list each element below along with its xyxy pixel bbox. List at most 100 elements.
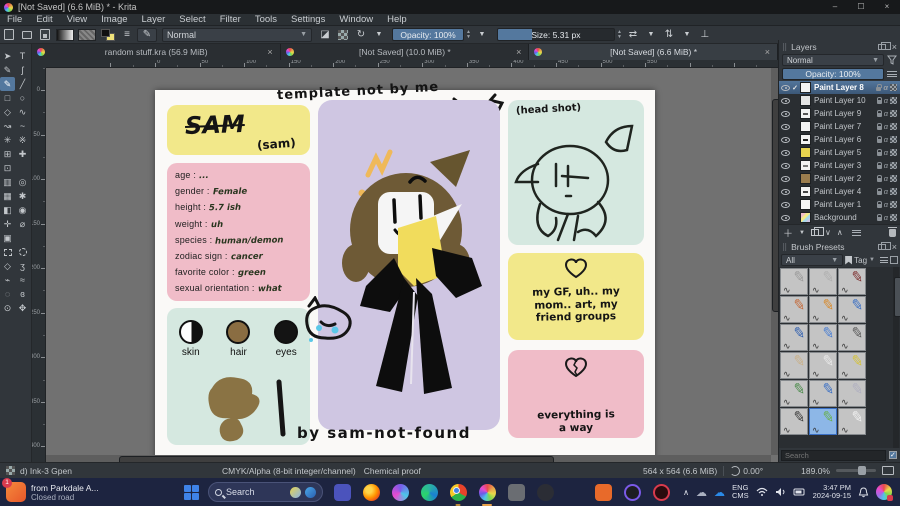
- chrome-icon[interactable]: [448, 482, 468, 506]
- volume-icon[interactable]: [775, 487, 786, 497]
- lock-icon[interactable]: [876, 174, 883, 182]
- close-button[interactable]: ×: [874, 0, 900, 14]
- alpha-inherit-icon[interactable]: α: [884, 109, 888, 118]
- lock-icon[interactable]: [876, 109, 883, 117]
- menu-item-image[interactable]: Image: [94, 14, 134, 26]
- brush-search-input[interactable]: [781, 449, 886, 461]
- menu-item-help[interactable]: Help: [380, 14, 414, 26]
- line-tool[interactable]: ╱: [15, 77, 30, 91]
- assistants-tool[interactable]: ✛: [0, 217, 15, 231]
- enclose-fill-tool[interactable]: ◉: [15, 203, 30, 217]
- brush-preset[interactable]: ✎ ∿: [809, 408, 837, 435]
- layer-row[interactable]: Paint Layer 10 α: [779, 94, 900, 107]
- alpha-lock-icon[interactable]: [890, 110, 897, 117]
- measure-tool[interactable]: ⌀: [15, 217, 30, 231]
- float-docker-icon[interactable]: [877, 241, 891, 250]
- document-page[interactable]: template not by me SAM (sam) age :... gen…: [155, 80, 655, 462]
- tag-button[interactable]: Tag: [854, 256, 867, 265]
- fit-canvas-icon[interactable]: [882, 466, 894, 475]
- close-docker-icon[interactable]: ×: [892, 42, 897, 52]
- visibility-eye-icon[interactable]: [781, 201, 790, 208]
- similar-color-select-tool[interactable]: ≈: [15, 273, 30, 287]
- edge-icon[interactable]: [419, 482, 439, 502]
- trim-canvas-button[interactable]: ⊥: [697, 28, 713, 42]
- visibility-eye-icon[interactable]: [781, 188, 790, 195]
- brush-preset[interactable]: ✎ ∿: [780, 324, 808, 351]
- layer-row[interactable]: Paint Layer 7 α: [779, 120, 900, 133]
- canvas-vertical-scrollbar[interactable]: [771, 68, 778, 455]
- drag-handle[interactable]: ⣿: [782, 243, 788, 251]
- polyline-tool[interactable]: ∿: [15, 105, 30, 119]
- menu-item-edit[interactable]: Edit: [29, 14, 59, 26]
- alpha-inherit-icon[interactable]: α: [884, 161, 888, 170]
- fill-tool[interactable]: ◧: [0, 203, 15, 217]
- alpha-inherit-icon[interactable]: α: [884, 213, 888, 222]
- layer-row[interactable]: Paint Layer 3 α: [779, 159, 900, 172]
- brush-preset[interactable]: ✎ ∿: [809, 352, 837, 379]
- menu-item-select[interactable]: Select: [172, 14, 212, 26]
- add-layer-button[interactable]: ＋: [783, 225, 793, 240]
- taskbar-search[interactable]: Search: [208, 482, 323, 502]
- maximize-button[interactable]: ☐: [848, 0, 874, 14]
- layer-options-icon[interactable]: [887, 71, 897, 77]
- brush-preset[interactable]: ✎ ∿: [838, 324, 866, 351]
- close-docker-icon[interactable]: ×: [892, 242, 897, 252]
- brush-preset[interactable]: ✎ ∿: [809, 324, 837, 351]
- filter-in-tag-checkbox[interactable]: ✓: [889, 451, 897, 459]
- opacity-spinner[interactable]: ▲ ▼: [466, 29, 471, 40]
- freehand-select-tool[interactable]: ʒ: [15, 259, 30, 273]
- alpha-lock-icon[interactable]: [890, 175, 897, 182]
- reference-images-tool[interactable]: ▣: [0, 231, 15, 245]
- freehand-brush-tool[interactable]: ✎: [0, 77, 15, 91]
- duplicate-layer-button[interactable]: [810, 227, 824, 236]
- move-layer-down-button[interactable]: ∨: [825, 228, 831, 237]
- start-button[interactable]: [184, 484, 199, 500]
- alpha-lock-icon[interactable]: [890, 97, 897, 104]
- lock-icon[interactable]: [876, 148, 883, 156]
- reload-brush-button[interactable]: ↻: [353, 28, 369, 42]
- lock-icon[interactable]: [876, 161, 883, 169]
- save-button[interactable]: [37, 28, 53, 42]
- paint-app-icon[interactable]: [622, 482, 642, 502]
- opacity-slider[interactable]: Opacity: 100%: [392, 28, 464, 41]
- menu-item-layer[interactable]: Layer: [135, 14, 173, 26]
- dynamic-brush-tool[interactable]: ✳: [0, 133, 15, 147]
- layer-checkbox[interactable]: ✓: [791, 84, 799, 92]
- rectangle-tool[interactable]: □: [0, 91, 15, 105]
- menu-item-file[interactable]: File: [0, 14, 29, 26]
- firefox-icon[interactable]: [361, 482, 381, 502]
- layer-row[interactable]: Paint Layer 9 α: [779, 107, 900, 120]
- bezier-curve-tool[interactable]: ↝: [0, 119, 15, 133]
- menu-item-window[interactable]: Window: [332, 14, 380, 26]
- roblox-icon[interactable]: [506, 482, 526, 502]
- minimize-button[interactable]: –: [822, 0, 848, 14]
- select-shapes-tool[interactable]: ➤: [0, 49, 15, 63]
- polygon-tool[interactable]: ◇: [0, 105, 15, 119]
- menu-item-settings[interactable]: Settings: [284, 14, 332, 26]
- brush-preset[interactable]: ✎ ∿: [838, 296, 866, 323]
- brush-preset[interactable]: ✎ ∿: [838, 352, 866, 379]
- edit-brush-settings-button[interactable]: ✎: [137, 27, 157, 42]
- media-app-icon[interactable]: [593, 482, 613, 502]
- move-tool[interactable]: ✚: [15, 147, 30, 161]
- edit-shapes-tool[interactable]: ✎: [0, 63, 15, 77]
- brush-preset[interactable]: ✎ ∿: [780, 408, 808, 435]
- layer-row[interactable]: Paint Layer 1 α: [779, 198, 900, 211]
- visibility-eye-icon[interactable]: [781, 84, 790, 91]
- ellipse-tool[interactable]: ○: [15, 91, 30, 105]
- foreground-background-colors[interactable]: [101, 28, 115, 41]
- brush-preset[interactable]: ✎ ∿: [780, 352, 808, 379]
- tab-close-icon[interactable]: ×: [762, 47, 773, 57]
- alpha-lock-icon[interactable]: [890, 136, 897, 143]
- canvas-area[interactable]: template not by me SAM (sam) age :... gen…: [46, 68, 778, 462]
- brush-detail-view-icon[interactable]: [890, 256, 898, 264]
- alpha-inherit-icon[interactable]: α: [884, 200, 888, 209]
- multibrush-tool[interactable]: ※: [15, 133, 30, 147]
- visibility-eye-icon[interactable]: [781, 175, 790, 182]
- rotation-reset-icon[interactable]: [730, 465, 741, 476]
- chevron-down-icon[interactable]: ▼: [869, 257, 875, 263]
- alpha-inherit-icon[interactable]: α: [883, 83, 888, 92]
- contiguous-select-tool[interactable]: ◌: [0, 287, 15, 301]
- lock-icon[interactable]: [876, 200, 883, 208]
- layer-blending-dropdown[interactable]: Normal ▼: [782, 54, 884, 66]
